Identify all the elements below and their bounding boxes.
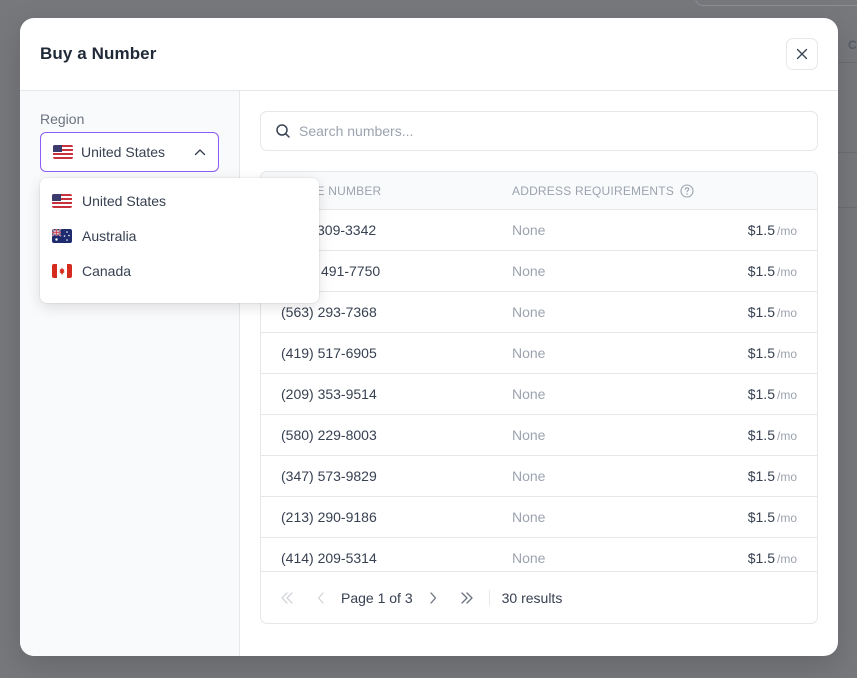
first-page-button[interactable] bbox=[275, 586, 299, 610]
region-selected-value: United States bbox=[81, 144, 166, 160]
chevron-left-icon bbox=[317, 591, 325, 604]
chevron-right-icon bbox=[429, 591, 437, 604]
modal-header: Buy a Number bbox=[20, 18, 838, 91]
region-option-label: Australia bbox=[82, 227, 137, 244]
buy-number-modal: Buy a Number Region United States United… bbox=[20, 18, 838, 656]
phone-number: (213) 290-9186 bbox=[281, 509, 377, 525]
address-requirement: None bbox=[512, 468, 546, 484]
table-row[interactable]: 309-3342 None $1.5/mo bbox=[261, 210, 817, 251]
phone-number: (347) 573-9829 bbox=[281, 468, 377, 484]
page-indicator: Page 1 of 3 bbox=[341, 589, 413, 606]
numbers-table: PHONE NUMBER ADDRESS REQUIREMENTS 309-33… bbox=[260, 171, 818, 624]
price: $1.5/mo bbox=[747, 550, 797, 566]
price: $1.5/mo bbox=[747, 468, 797, 484]
region-option-label: Canada bbox=[82, 262, 132, 279]
table-row[interactable]: (347) 573-9829 None $1.5/mo bbox=[261, 456, 817, 497]
us-flag-icon bbox=[52, 193, 72, 208]
background-input bbox=[695, 0, 857, 6]
price: $1.5/mo bbox=[747, 304, 797, 320]
chevrons-right-icon bbox=[460, 591, 474, 604]
table-row[interactable]: (419) 517-6905 None $1.5/mo bbox=[261, 333, 817, 374]
background-divider bbox=[838, 152, 857, 153]
address-requirement: None bbox=[512, 304, 546, 320]
address-requirement: None bbox=[512, 427, 546, 443]
table-row[interactable]: (213) 290-9186 None $1.5/mo bbox=[261, 497, 817, 538]
previous-page-button[interactable] bbox=[309, 586, 333, 610]
last-page-button[interactable] bbox=[455, 586, 479, 610]
modal-body: Region United States United States Austr… bbox=[20, 91, 838, 656]
address-requirement: None bbox=[512, 263, 546, 279]
pagination: Page 1 of 3 30 results bbox=[261, 571, 817, 623]
search-icon bbox=[275, 123, 291, 139]
close-icon bbox=[796, 48, 808, 60]
region-option-canada[interactable]: Canada bbox=[40, 253, 319, 288]
results-count: 30 results bbox=[501, 589, 563, 606]
price: $1.5/mo bbox=[747, 386, 797, 402]
phone-number: (563) 293-7368 bbox=[281, 304, 377, 320]
search-box[interactable] bbox=[260, 111, 818, 151]
background-divider bbox=[838, 62, 857, 63]
price: $1.5/mo bbox=[747, 427, 797, 443]
column-header-address-requirements: ADDRESS REQUIREMENTS bbox=[512, 184, 817, 198]
modal-title: Buy a Number bbox=[40, 44, 157, 63]
address-requirement: None bbox=[512, 550, 546, 566]
pagination-divider bbox=[488, 589, 490, 606]
help-circle-icon[interactable] bbox=[680, 183, 694, 198]
table-body: 309-3342 None $1.5/mo 491-7750 None $1.5… bbox=[261, 210, 817, 571]
address-requirement: None bbox=[512, 345, 546, 361]
chevrons-left-icon bbox=[280, 591, 294, 604]
region-option-label: United States bbox=[82, 192, 167, 209]
region-label: Region bbox=[40, 111, 85, 127]
table-row[interactable]: (580) 229-8003 None $1.5/mo bbox=[261, 415, 817, 456]
price: $1.5/mo bbox=[747, 345, 797, 361]
table-row[interactable]: (563) 293-7368 None $1.5/mo bbox=[261, 292, 817, 333]
australia-flag-icon bbox=[52, 228, 72, 243]
chevron-up-icon bbox=[194, 148, 206, 156]
next-page-button[interactable] bbox=[421, 586, 445, 610]
price: $1.5/mo bbox=[747, 222, 797, 238]
numbers-panel: PHONE NUMBER ADDRESS REQUIREMENTS 309-33… bbox=[240, 91, 838, 656]
background-divider bbox=[838, 207, 857, 208]
address-requirement: None bbox=[512, 386, 546, 402]
price: $1.5/mo bbox=[747, 263, 797, 279]
search-input[interactable] bbox=[299, 123, 803, 139]
canada-flag-icon bbox=[52, 263, 72, 278]
phone-number: (414) 209-5314 bbox=[281, 550, 377, 566]
region-option-australia[interactable]: Australia bbox=[40, 218, 319, 253]
address-requirement: None bbox=[512, 222, 546, 238]
background-text: C bbox=[848, 38, 857, 52]
table-row[interactable]: (414) 209-5314 None $1.5/mo bbox=[261, 538, 817, 571]
close-button[interactable] bbox=[786, 38, 818, 70]
table-row[interactable]: 491-7750 None $1.5/mo bbox=[261, 251, 817, 292]
region-panel: Region United States United States Austr… bbox=[20, 91, 319, 656]
address-requirement: None bbox=[512, 509, 546, 525]
table-row[interactable]: (209) 353-9514 None $1.5/mo bbox=[261, 374, 817, 415]
phone-number: (419) 517-6905 bbox=[281, 345, 377, 361]
table-header: PHONE NUMBER ADDRESS REQUIREMENTS bbox=[261, 172, 817, 210]
column-header-label: ADDRESS REQUIREMENTS bbox=[512, 183, 675, 198]
phone-number: (209) 353-9514 bbox=[281, 386, 377, 402]
price: $1.5/mo bbox=[747, 509, 797, 525]
us-flag-icon bbox=[53, 145, 73, 159]
phone-number: (580) 229-8003 bbox=[281, 427, 377, 443]
region-select[interactable]: United States bbox=[40, 132, 219, 172]
region-dropdown-menu: United States Australia Canada bbox=[40, 178, 319, 303]
region-option-united-states[interactable]: United States bbox=[40, 183, 319, 218]
